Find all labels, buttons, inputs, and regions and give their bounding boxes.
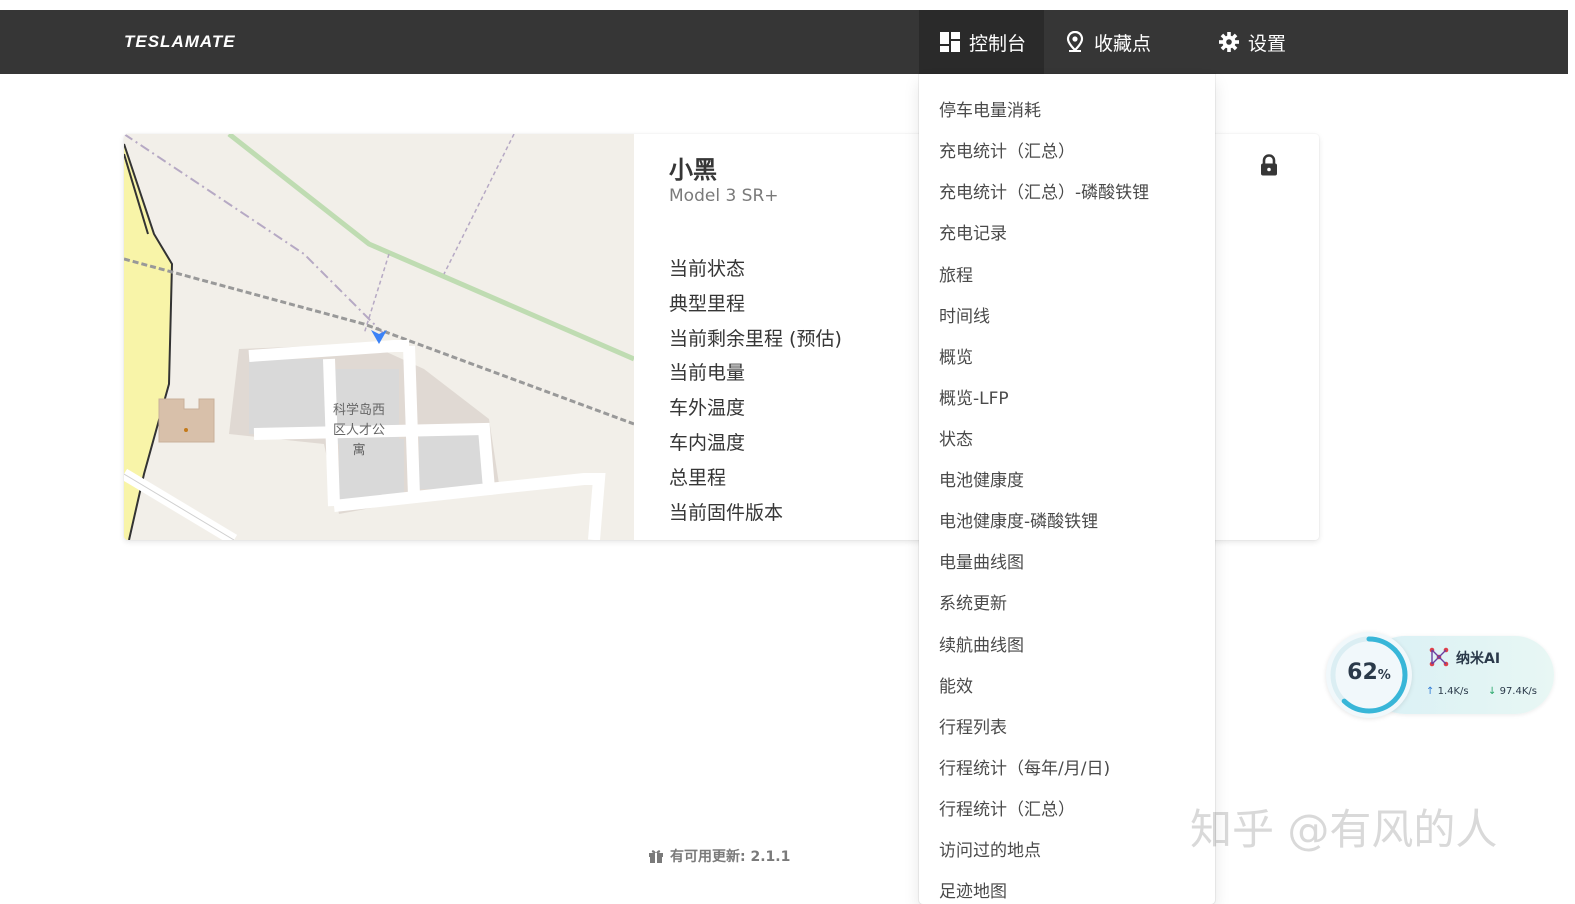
menu-item[interactable]: 状态 (939, 425, 973, 450)
stat-label-odometer: 总里程 (669, 467, 727, 489)
map-pin-icon (1066, 31, 1084, 52)
top-strip (0, 0, 1575, 10)
menu-item[interactable]: 续航曲线图 (939, 631, 1024, 656)
menu-item[interactable]: 时间线 (939, 302, 990, 327)
update-available-link[interactable]: 有可用更新: 2.1.1 (648, 846, 790, 866)
gear-icon (1219, 32, 1239, 52)
map-place-label-line1: 科学岛西 (333, 402, 385, 418)
nav-geofences-label: 收藏点 (1094, 32, 1152, 55)
menu-item[interactable]: 行程列表 (939, 713, 1007, 738)
menu-item[interactable]: 充电统计（汇总）-磷酸铁锂 (939, 178, 1149, 203)
arrow-up-icon: ↑ (1426, 686, 1435, 697)
nami-ai-logo-icon (1429, 647, 1449, 667)
widget-percent: 62% (1326, 660, 1412, 685)
car-name: 小黑 (669, 156, 717, 184)
upload-speed-value: 1.4K/s (1437, 686, 1469, 697)
stat-label-typical-range: 典型里程 (669, 293, 746, 315)
menu-item[interactable]: 充电统计（汇总） (939, 137, 1075, 162)
widget-title: 纳米AI (1456, 651, 1501, 667)
menu-item[interactable]: 概览 (939, 343, 973, 368)
menu-item[interactable]: 停车电量消耗 (939, 96, 1041, 121)
nav-dashboard-label: 控制台 (969, 32, 1027, 55)
menu-item[interactable]: 充电记录 (939, 219, 1007, 244)
menu-item[interactable]: 系统更新 (939, 589, 1007, 614)
menu-item[interactable]: 行程统计（每年/月/日) (939, 754, 1110, 779)
menu-item[interactable]: 电量曲线图 (939, 548, 1024, 573)
update-available-text: 有可用更新: 2.1.1 (670, 849, 791, 865)
menu-item[interactable]: 电池健康度 (939, 466, 1024, 491)
upload-speed: ↑ 1.4K/s (1426, 686, 1469, 697)
menu-item[interactable]: 行程统计（汇总） (939, 795, 1075, 820)
lock-icon (1261, 154, 1277, 176)
map-place-label-line2: 区人才公 (333, 423, 385, 438)
stat-label-state: 当前状态 (669, 258, 746, 280)
menu-item[interactable]: 电池健康度-磷酸铁锂 (939, 507, 1098, 532)
stat-label-est-range: 当前剩余里程 (预估) (669, 328, 842, 350)
gift-icon (649, 850, 663, 863)
watermark: 知乎 @有风的人 (1190, 805, 1498, 854)
stat-label-battery-level: 当前电量 (669, 362, 746, 384)
nav-settings-label: 设置 (1248, 32, 1287, 55)
dashboard-dropdown-menu: 停车电量消耗 充电统计（汇总） 充电统计（汇总）-磷酸铁锂 充电记录 旅程 时间… (919, 74, 1215, 904)
menu-item[interactable]: 旅程 (939, 261, 973, 286)
brand-logo[interactable]: TESLAMATE (124, 32, 236, 52)
download-speed: ↓ 97.4K/s (1488, 686, 1537, 697)
nav-dashboard[interactable]: 控制台 (919, 10, 1044, 74)
stat-label-outside-temp: 车外温度 (669, 397, 746, 419)
widget-percent-unit: % (1377, 668, 1391, 683)
network-speed-widget[interactable]: 62% 纳米AI ↑ 1.4K/s ↓ 97.4K/s (1326, 632, 1554, 718)
menu-item[interactable]: 概览-LFP (939, 384, 1009, 409)
arrow-down-icon: ↓ (1488, 686, 1497, 697)
nav-settings[interactable]: 设置 (1198, 10, 1328, 74)
car-location-map[interactable]: 科学岛西 区人才公 寓 (124, 134, 634, 540)
stat-label-firmware: 当前固件版本 (669, 502, 784, 524)
download-speed-value: 97.4K/s (1499, 686, 1537, 697)
map-place-label-line3: 寓 (352, 442, 365, 458)
nav-geofences[interactable]: 收藏点 (1044, 10, 1194, 74)
stat-label-inside-temp: 车内温度 (669, 432, 746, 454)
menu-item[interactable]: 能效 (939, 672, 973, 697)
widget-percent-value: 62 (1347, 660, 1378, 685)
menu-item[interactable]: 访问过的地点 (939, 836, 1041, 861)
dashboard-icon (940, 32, 960, 52)
car-model: Model 3 SR+ (669, 186, 779, 206)
navbar: TESLAMATE 控制台 收藏点 设置 (0, 10, 1568, 74)
